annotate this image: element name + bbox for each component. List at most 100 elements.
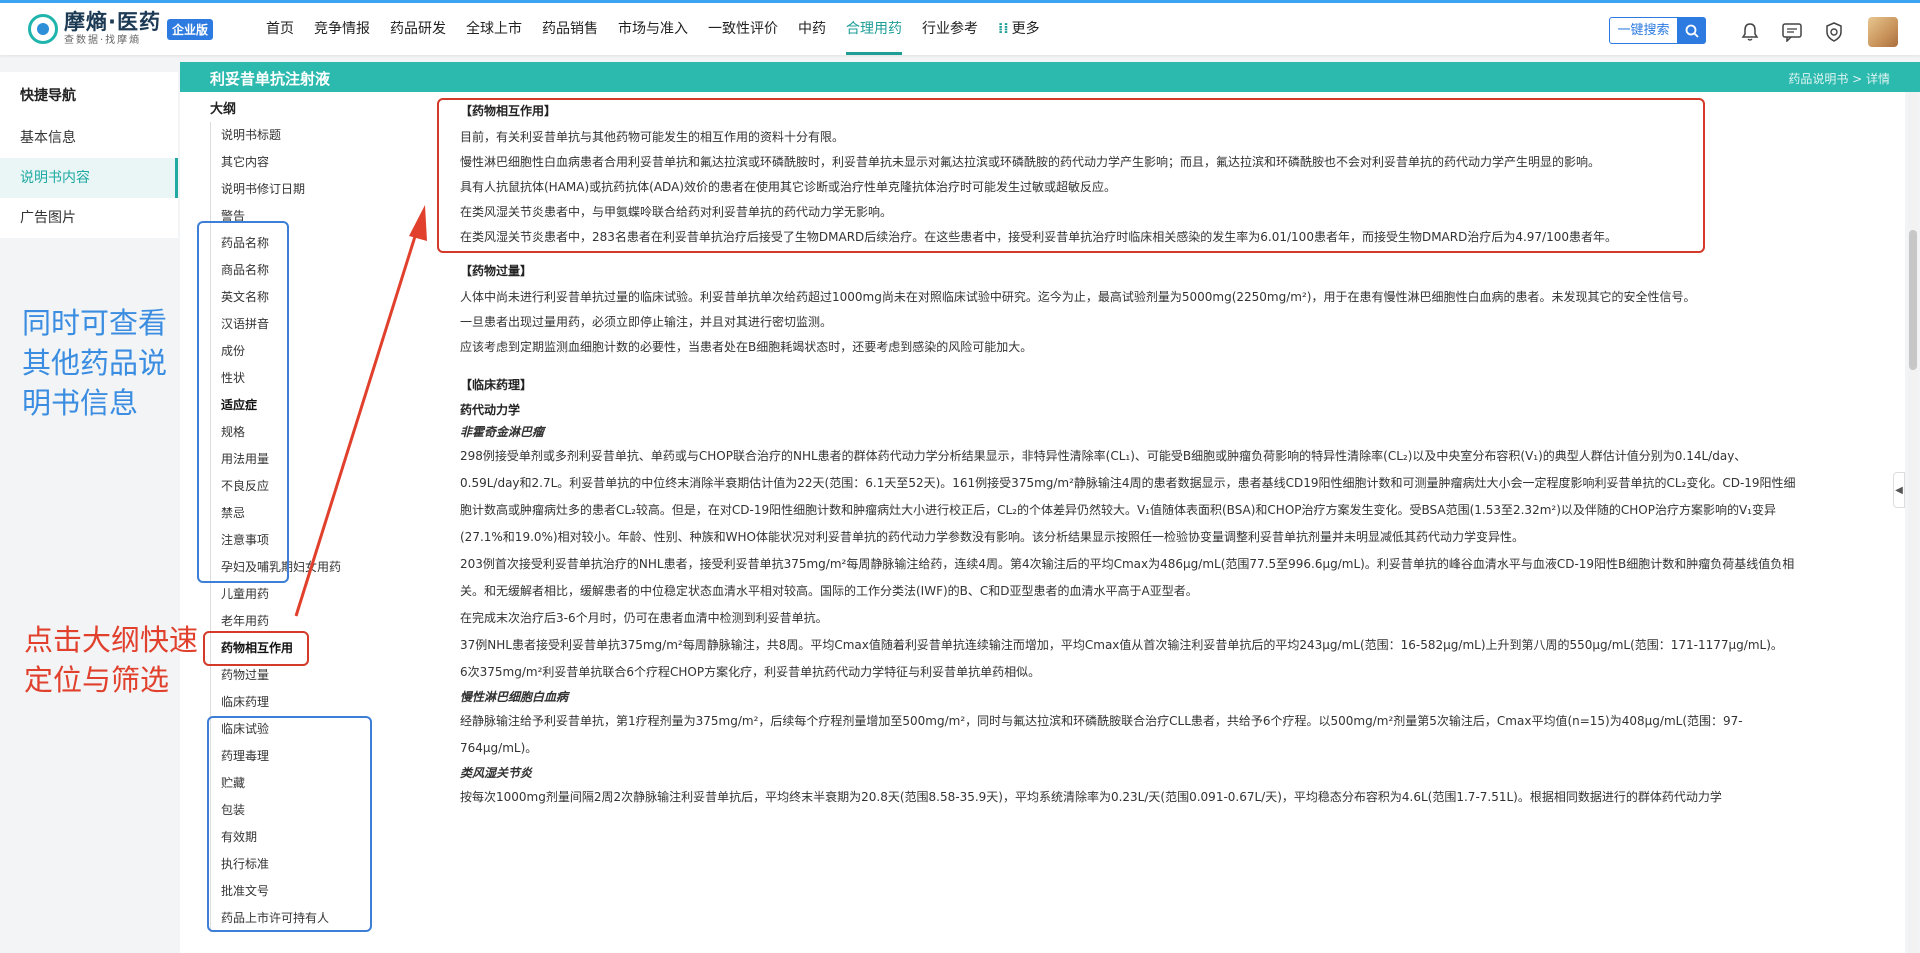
content-paragraph: 6次375mg/m²利妥昔单抗联合6个疗程CHOP方案化疗，利妥昔单抗药代动力学… [460, 665, 1041, 679]
logo-main-text: 摩熵·医药 [64, 10, 161, 34]
outline-item[interactable]: 儿童用药 [211, 581, 370, 608]
content-paragraph: 298例接受单剂或多剂利妥昔单抗、单药或与CHOP联合治疗的NHL患者的群体药代… [460, 449, 1796, 544]
nhl-section: 298例接受单剂或多剂利妥昔单抗、单药或与CHOP联合治疗的NHL患者的群体药代… [460, 443, 1800, 686]
cll-paragraph: 经静脉输注给予利妥昔单抗，第1疗程剂量为375mg/m²，后续每个疗程剂量增加至… [460, 714, 1743, 755]
content-paragraph: 在完成末次治疗后3-6个月时，仍可在患者血清中检测到利妥昔单抗。 [460, 611, 828, 625]
outline-item[interactable]: 说明书标题 [211, 122, 370, 149]
section-title-interaction: 【药物相互作用】 [460, 104, 557, 118]
content-paragraph: 在类风湿关节炎患者中，283名患者在利妥昔单抗治疗后接受了生物DMARD后续治疗… [460, 230, 1618, 244]
avatar[interactable] [1868, 17, 1898, 47]
quick-nav-ad-images[interactable]: 广告图片 [0, 198, 178, 238]
scrollbar-thumb[interactable] [1909, 230, 1917, 370]
content-paragraph: 目前，有关利妥昔单抗与其他药物可能发生的相互作用的资料十分有限。 [460, 130, 845, 144]
quick-nav-sidebar: 快捷导航 基本信息 说明书内容 广告图片 [0, 72, 178, 238]
content-panel: 大纲 说明书标题 其它内容 说明书修订日期 警告 药品名称 商品名称 英文名称 汉语拼音 成份性… [180, 92, 1905, 953]
outline-item[interactable]: 药品名称 [211, 230, 370, 257]
quick-nav-basic-info[interactable]: 基本信息 [0, 118, 178, 158]
logo-mark-icon [28, 14, 58, 44]
outline-item[interactable]: 临床试验 [211, 716, 370, 743]
outline-item[interactable]: 药物相互作用 [211, 635, 370, 662]
outline-item[interactable]: 用法用量 [211, 446, 370, 473]
search-icon[interactable] [1678, 17, 1706, 44]
shield-settings-icon[interactable] [1820, 18, 1848, 46]
outline-item[interactable]: 注意事项 [211, 527, 370, 554]
logo[interactable]: 摩熵·医药 查数据·找摩熵 企业版 [28, 12, 238, 46]
nav-more-label: 更多 [1011, 21, 1040, 37]
nav-rnd[interactable]: 药品研发 [380, 3, 456, 55]
quick-search: 一键搜索 [1609, 17, 1706, 44]
nav-more[interactable]: ⁞⁞ 更多 [988, 3, 1050, 55]
collapse-panel-icon[interactable]: ◀ [1893, 472, 1905, 508]
nav-global-launch[interactable]: 全球上市 [456, 3, 532, 55]
scrollbar-track[interactable] [1908, 92, 1918, 953]
subsection-pk: 药代动力学 [460, 403, 521, 417]
outline-item[interactable]: 英文名称 [211, 284, 370, 311]
outline-item[interactable]: 老年用药 [211, 608, 370, 635]
outline-item[interactable]: 执行标准 [211, 851, 370, 878]
content-paragraph: 应该考虑到定期监测血细胞计数的必要性，当患者处在B细胞耗竭状态时，还要考虑到感染… [460, 340, 1033, 354]
outline-item[interactable]: 适应症 [211, 392, 370, 419]
nav-home[interactable]: 首页 [256, 3, 304, 55]
subsection-ra: 类风湿关节炎 [460, 766, 533, 780]
enterprise-badge: 企业版 [166, 18, 213, 40]
outline-item[interactable]: 规格 [211, 419, 370, 446]
nav-rational-use[interactable]: 合理用药 [836, 3, 912, 55]
nav-industry[interactable]: 行业参考 [912, 3, 988, 55]
overdose-section: 人体中尚未进行利妥昔单抗过量的临床试验。利妥昔单抗单次给药超过1000mg尚未在… [460, 285, 1800, 360]
outline-item[interactable]: 警告 [211, 203, 370, 230]
outline-item[interactable]: 成份 [211, 338, 370, 365]
quick-search-button[interactable]: 一键搜索 [1609, 17, 1678, 44]
quick-nav-label-content[interactable]: 说明书内容 [0, 158, 178, 198]
label-content: 【药物相互作用】 目前，有关利妥昔单抗与其他药物可能发生的相互作用的资料十分有限… [460, 98, 1800, 811]
outline-item[interactable]: 说明书修订日期 [211, 176, 370, 203]
outline-item[interactable]: 药物过量 [211, 662, 370, 689]
drug-title-band: 利妥昔单抗注射液 药品说明书 > 详情 [180, 62, 1920, 92]
subsection-nhl: 非霍奇金淋巴瘤 [460, 425, 545, 439]
top-navbar: 摩熵·医药 查数据·找摩熵 企业版 首页 竞争情报 药品研发 全球上市 药品销售… [0, 0, 1920, 55]
content-paragraph: 慢性淋巴细胞性白血病患者合用利妥昔单抗和氟达拉滨或环磷酰胺时，利妥昔单抗未显示对… [460, 155, 1601, 169]
outline-item[interactable]: 批准文号 [211, 878, 370, 905]
outline-item[interactable]: 其它内容 [211, 149, 370, 176]
outline-item[interactable]: 性状 [211, 365, 370, 392]
outline-item[interactable]: 临床药理 [211, 689, 370, 716]
outline-item[interactable]: 包装 [211, 797, 370, 824]
ra-paragraph: 按每次1000mg剂量间隔2周2次静脉输注利妥昔单抗后，平均终末半衰期为20.8… [460, 790, 1722, 804]
nav-tcm[interactable]: 中药 [788, 3, 836, 55]
outline-item[interactable]: 孕妇及哺乳期妇女用药 [211, 554, 370, 581]
logo-sub-text: 查数据·找摩熵 [64, 35, 142, 46]
outline-item[interactable]: 药品上市许可持有人 [211, 905, 370, 932]
content-paragraph: 一旦患者出现过量用药，必须立即停止输注，并且对其进行密切监测。 [460, 315, 833, 329]
content-paragraph: 37例NHL患者接受利妥昔单抗375mg/m²每周静脉输注，共8周。平均Cmax… [460, 638, 1783, 652]
bell-icon[interactable] [1736, 18, 1764, 46]
annotation-red-text: 点击大纲快速定位与筛选 [24, 623, 199, 697]
breadcrumb[interactable]: 药品说明书 > 详情 [1788, 70, 1890, 87]
nav-consistency[interactable]: 一致性评价 [698, 3, 788, 55]
content-paragraph: 203例首次接受利妥昔单抗治疗的NHL患者，接受利妥昔单抗375mg/m²每周静… [460, 557, 1795, 598]
outline: 大纲 说明书标题 其它内容 说明书修订日期 警告 药品名称 商品名称 英文名称 汉语拼音 成份性… [210, 98, 370, 932]
grid-dots-icon: ⁞⁞ [998, 21, 1009, 37]
outline-list: 说明书标题 其它内容 说明书修订日期 警告 药品名称 商品名称 英文名称 汉语拼音 成份 性状 适应… [210, 122, 370, 932]
outline-title: 大纲 [210, 102, 237, 117]
content-paragraph: 具有人抗鼠抗体(HAMA)或抗药抗体(ADA)效价的患者在使用其它诊断或治疗性单… [460, 180, 1116, 194]
nav-market-access[interactable]: 市场与准入 [608, 3, 698, 55]
main-nav: 首页 竞争情报 药品研发 全球上市 药品销售 市场与准入 一致性评价 中药 合理… [256, 3, 1050, 55]
drug-title: 利妥昔单抗注射液 [210, 70, 331, 88]
outline-item[interactable]: 药理毒理 [211, 743, 370, 770]
outline-item[interactable]: 有效期 [211, 824, 370, 851]
interaction-section: 目前，有关利妥昔单抗与其他药物可能发生的相互作用的资料十分有限。慢性淋巴细胞性白… [460, 125, 1800, 250]
outline-item[interactable]: 商品名称 [211, 257, 370, 284]
quick-nav-title: 快捷导航 [20, 88, 76, 104]
subsection-cll: 慢性淋巴细胞白血病 [460, 690, 569, 704]
section-title-overdose: 【药物过量】 [460, 264, 533, 278]
outline-item[interactable]: 不良反应 [211, 473, 370, 500]
message-icon[interactable] [1778, 18, 1806, 46]
content-paragraph: 人体中尚未进行利妥昔单抗过量的临床试验。利妥昔单抗单次给药超过1000mg尚未在… [460, 290, 1696, 304]
annotation-blue-text: 同时可查看其他药品说明书信息 [22, 306, 168, 420]
section-title-pharmacology: 【临床药理】 [460, 378, 533, 392]
nav-competition[interactable]: 竞争情报 [304, 3, 380, 55]
outline-item[interactable]: 汉语拼音 [211, 311, 370, 338]
outline-item[interactable]: 贮藏 [211, 770, 370, 797]
nav-sales[interactable]: 药品销售 [532, 3, 608, 55]
content-paragraph: 在类风湿关节炎患者中，与甲氨蝶呤联合给药对利妥昔单抗的药代动力学无影响。 [460, 205, 893, 219]
outline-item[interactable]: 禁忌 [211, 500, 370, 527]
